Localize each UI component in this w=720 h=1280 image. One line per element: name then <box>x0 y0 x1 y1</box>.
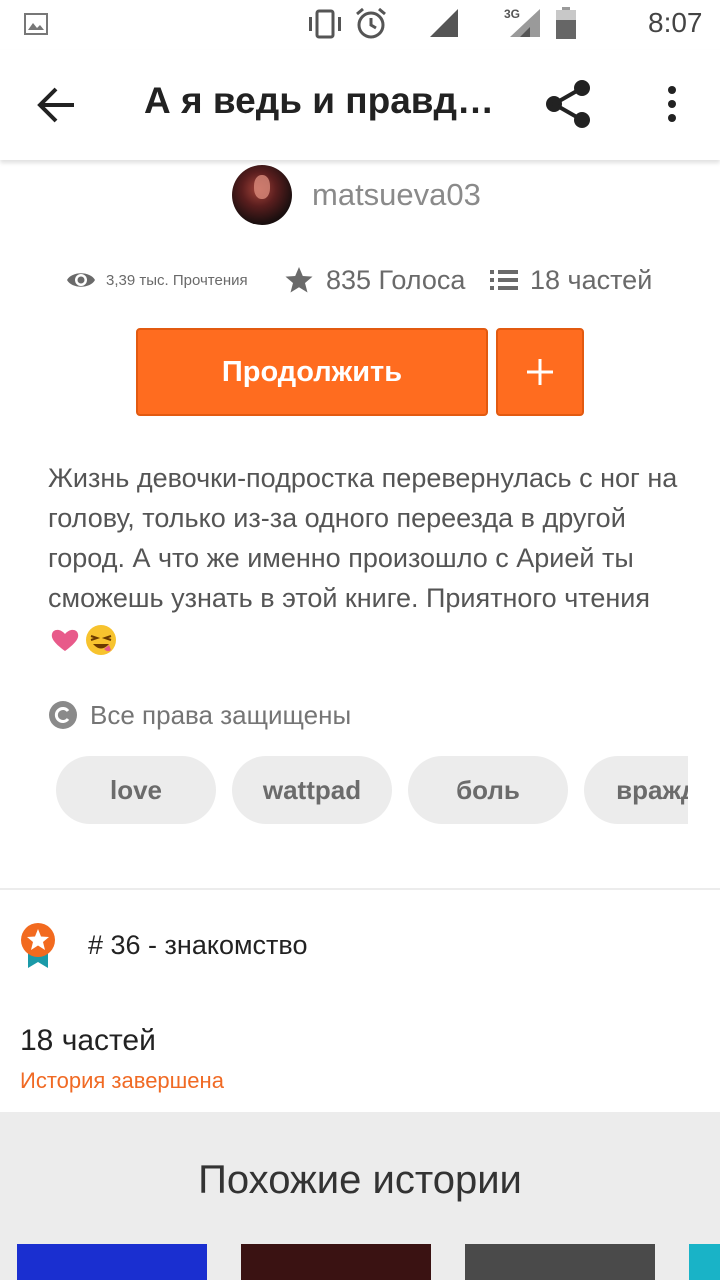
divider <box>0 888 720 890</box>
tag-chip[interactable]: love <box>56 756 216 824</box>
laughing-emoji-icon <box>86 624 116 655</box>
table-of-contents-count[interactable]: 18 частей <box>20 1024 156 1058</box>
list-icon <box>490 270 518 290</box>
signal-icon <box>430 9 458 37</box>
parts-count-stat: 18 частей <box>530 264 653 295</box>
tag-chip[interactable]: боль <box>408 756 568 824</box>
app-toolbar: А я ведь и правд… <box>0 50 720 160</box>
ranking-badge-icon <box>21 923 55 968</box>
copyright-icon <box>49 701 77 729</box>
tag-list: love wattpad боль вражда <box>56 756 688 824</box>
add-to-library-button[interactable] <box>496 328 584 416</box>
author-username[interactable]: matsueva03 <box>312 177 481 213</box>
tag-chip[interactable]: wattpad <box>232 756 392 824</box>
image-icon <box>24 13 48 35</box>
votes-stat: 835 Голоса <box>284 258 465 302</box>
copyright-label: Все права защищены <box>90 699 352 730</box>
more-vert-icon[interactable] <box>660 84 684 124</box>
story-description: Жизнь девочки-подростка перевернулась с … <box>48 458 678 658</box>
story-cover[interactable] <box>689 1244 720 1280</box>
battery-icon <box>556 7 576 39</box>
ranking-label[interactable]: # 36 - знакомство <box>88 930 307 961</box>
svg-text:3G: 3G <box>504 7 520 21</box>
heart-emoji-icon <box>51 629 79 651</box>
avatar[interactable] <box>232 165 292 225</box>
reads-count: 3,39 тыс. Прочтения <box>106 271 248 289</box>
similar-stories-title: Похожие истории <box>198 1158 522 1202</box>
parts-stat: 18 частей <box>490 258 652 302</box>
description-text: Жизнь девочки-подростка перевернулась с … <box>48 463 678 613</box>
share-icon[interactable] <box>542 78 594 130</box>
back-arrow-icon[interactable] <box>34 85 78 125</box>
vibrate-icon <box>309 9 341 39</box>
alarm-icon <box>356 7 386 39</box>
plus-icon <box>527 359 553 385</box>
story-title: А я ведь и правд… <box>144 80 495 121</box>
status-time: 8:07 <box>648 7 703 38</box>
story-cover[interactable] <box>241 1244 431 1280</box>
story-cover[interactable] <box>17 1244 207 1280</box>
author-row[interactable]: matsueva03 <box>232 164 481 226</box>
votes-count: 835 Голоса <box>326 264 466 295</box>
story-status: История завершена <box>20 1068 224 1093</box>
copyright-row: Все права защищены <box>48 696 351 734</box>
star-icon <box>285 267 313 293</box>
continue-reading-button[interactable]: Продолжить <box>136 328 488 416</box>
reads-stat: 3,39 тыс. Прочтения <box>66 258 248 302</box>
tag-chip[interactable]: вражда <box>584 756 688 824</box>
status-bar: 3G 8:07 <box>0 0 720 50</box>
story-cover[interactable] <box>465 1244 655 1280</box>
signal-3g-icon: 3G <box>504 7 540 37</box>
eye-icon <box>67 273 95 287</box>
story-stats: 3,39 тыс. Прочтения 835 Голоса 18 частей <box>66 258 666 302</box>
